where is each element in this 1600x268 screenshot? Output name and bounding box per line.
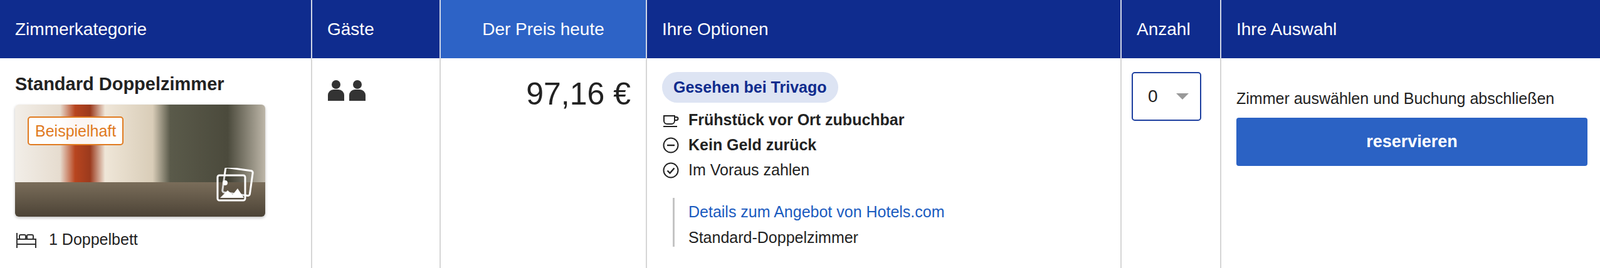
column-label: Der Preis heute <box>482 19 605 40</box>
trivago-badge: Gesehen bei Trivago <box>662 72 839 103</box>
option-text: Im Voraus zahlen <box>688 161 810 180</box>
option-item: Frühstück vor Ort zubuchbar <box>662 111 1106 130</box>
column-header: Ihre Optionen <box>647 0 1122 59</box>
quantity-select[interactable]: 0 <box>1131 72 1202 122</box>
column-header: Anzahl <box>1121 0 1222 59</box>
minus-circle-icon <box>662 136 680 155</box>
column-label: Gäste <box>327 19 375 40</box>
table-header: Zimmerkategorie Gäste Der Preis heute Ihre … <box>0 0 1600 59</box>
offer-link[interactable]: Details zum Angebot von Hotels.com <box>688 203 1106 222</box>
guest-icons <box>327 72 425 101</box>
price-cell: 97,16 € <box>440 58 648 268</box>
column-header: Der Preis heute <box>440 0 648 59</box>
reserve-button[interactable]: reservieren <box>1236 117 1588 167</box>
cup-icon <box>662 111 680 130</box>
check-circle-icon <box>662 161 680 180</box>
options-cell: Gesehen bei Trivago Frühstück vor Ort zub… <box>647 58 1122 268</box>
option-item: Kein Geld zurück <box>662 136 1106 155</box>
column-header: Ihre Auswahl <box>1221 0 1600 59</box>
column-label: Zimmerkategorie <box>15 19 147 40</box>
option-text: Kein Geld zurück <box>688 136 817 155</box>
selection-cell: Zimmer auswählen und Buchung abschließen… <box>1221 58 1600 268</box>
column-header: Gäste <box>312 0 441 59</box>
offer-details: Details zum Angebot von Hotels.com Standa… <box>672 198 1106 248</box>
bed-label: 1 Doppelbett <box>48 230 138 249</box>
room-cell: Standard Doppelzimmer Beispielhaft 1 Doppe… <box>0 58 313 268</box>
guests-cell <box>312 58 441 268</box>
column-label: Ihre Auswahl <box>1236 19 1337 40</box>
column-label: Anzahl <box>1136 19 1191 40</box>
price: 97,16 € <box>455 72 631 113</box>
room-photo[interactable]: Beispielhaft <box>15 104 266 217</box>
quantity-cell: 0 <box>1121 58 1222 268</box>
option-item: Im Voraus zahlen <box>662 161 1106 180</box>
gallery-icon <box>215 168 254 204</box>
offer-name: Standard-Doppelzimmer <box>688 228 1106 248</box>
person-icon <box>327 79 345 101</box>
caret-icon <box>1176 93 1189 100</box>
example-badge: Beispielhaft <box>27 116 124 146</box>
person-icon <box>348 79 367 101</box>
bed-icon <box>15 230 38 250</box>
column-label: Ihre Optionen <box>662 19 769 40</box>
table-row: Standard Doppelzimmer Beispielhaft 1 Doppe… <box>0 58 1600 268</box>
bed-info: 1 Doppelbett <box>15 230 296 250</box>
selection-hint: Zimmer auswählen und Buchung abschließen <box>1236 72 1585 108</box>
option-text: Frühstück vor Ort zubuchbar <box>688 111 905 130</box>
quantity-value: 0 <box>1147 86 1158 107</box>
column-header: Zimmerkategorie <box>0 0 313 59</box>
options-list: Frühstück vor Ort zubuchbar Kein Geld zur… <box>662 111 1106 180</box>
room-title[interactable]: Standard Doppelzimmer <box>15 72 296 96</box>
